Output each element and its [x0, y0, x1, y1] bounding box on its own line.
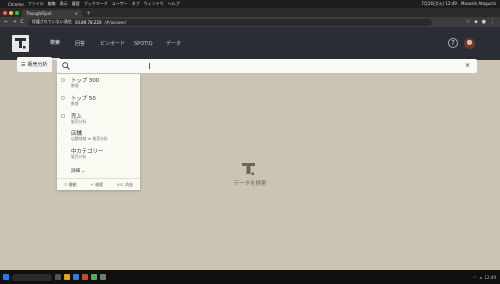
menubar-user[interactable]: Masashi Ataguchi: [461, 1, 496, 7]
search-icon: [62, 62, 70, 70]
close-window-icon[interactable]: [3, 11, 7, 15]
mail-icon[interactable]: [73, 274, 79, 280]
clear-hint-label: 消去: [125, 182, 134, 187]
browser-toolbar: ← → C 保護されていない通信 10.89.78.220 /#/answer/…: [0, 17, 500, 27]
suggestion-subtitle: 販売分析: [71, 119, 87, 124]
nav-spotiq[interactable]: SPOTIQ: [134, 27, 153, 60]
zoom-window-icon[interactable]: [15, 11, 19, 15]
browser-tab[interactable]: ThoughtSpot ×: [22, 10, 82, 17]
suggestion-subtitle: 販売分析: [71, 154, 87, 159]
text-cursor: [149, 63, 150, 69]
thoughtspot-logo-icon[interactable]: [12, 35, 29, 52]
menu-view[interactable]: 表示: [60, 1, 68, 7]
menu-user[interactable]: ユーザー: [112, 1, 128, 7]
tab-close-icon[interactable]: ×: [75, 11, 78, 16]
address-bar[interactable]: 保護されていない通信 10.89.78.220 /#/answer/: [27, 18, 432, 26]
folder-icon[interactable]: [64, 274, 70, 280]
menu-bookmarks[interactable]: ブックマーク: [84, 1, 108, 7]
suggestion-item[interactable]: › 店舗 店舗地域 ≫ 販売分析: [57, 129, 140, 149]
minimize-window-icon[interactable]: [9, 11, 13, 15]
taskbar-search[interactable]: [12, 273, 52, 281]
new-tab-button[interactable]: +: [86, 10, 91, 17]
number-icon: [61, 96, 65, 100]
more-suggestions-link[interactable]: 詳細 ⌄: [71, 168, 85, 174]
suggestion-item[interactable]: トップ 300 数値: [57, 76, 140, 96]
back-icon[interactable]: ←: [4, 19, 8, 25]
task-view-icon[interactable]: [55, 274, 61, 280]
clear-hint: esc 消去: [117, 182, 133, 188]
bookmark-star-icon[interactable]: ☆: [466, 19, 470, 25]
hierarchy-arrow-icon: ›: [61, 147, 63, 152]
empty-state-text: データを検索: [233, 181, 267, 187]
avatar[interactable]: [464, 38, 475, 49]
tab-title: ThoughtSpot: [26, 11, 52, 16]
search-hint-label: 検索: [95, 182, 104, 187]
number-icon: [61, 78, 65, 82]
arrow-keys-icon: ⇕: [63, 182, 68, 187]
menu-file[interactable]: ファイル: [28, 1, 44, 7]
browser-menu-icon[interactable]: ⋮: [490, 19, 495, 25]
menubar-clock[interactable]: 7月26日(火) 12:49: [421, 1, 457, 7]
taskbar-clock[interactable]: 12:49: [484, 275, 496, 280]
nav-search[interactable]: 検索: [50, 27, 61, 60]
nav-spotiq-label: SPOTIQ: [134, 40, 153, 47]
search-input[interactable]: [57, 59, 477, 73]
suggestion-subtitle: 数値: [71, 101, 79, 106]
system-tray: ◠ ◂ 12:49: [473, 275, 500, 280]
menu-window[interactable]: ウィンドウ: [144, 1, 164, 7]
suggestion-subtitle: 数値: [71, 83, 79, 88]
url-host: 10.89.78.220: [74, 19, 102, 25]
not-secure-label[interactable]: 保護されていない通信: [32, 19, 72, 25]
volume-icon[interactable]: ◂: [479, 275, 481, 280]
app-icon[interactable]: [100, 274, 106, 280]
menu-help[interactable]: ヘルプ: [168, 1, 180, 7]
hierarchy-arrow-icon: ›: [61, 129, 63, 134]
extensions-icon[interactable]: ▪: [474, 19, 477, 25]
measure-icon: [61, 114, 65, 118]
search-suggestions-dropdown: トップ 300 数値 トップ 50 数値 売上 販売分析 › 店舗 店舗地域 ≫…: [57, 74, 140, 190]
nav-data-label: データ: [166, 41, 182, 47]
profile-icon[interactable]: ●: [482, 19, 486, 25]
window-controls: [3, 11, 19, 15]
menu-lines-icon: ☰: [21, 61, 26, 68]
empty-state-logo-icon: [242, 161, 255, 175]
chrome-icon[interactable]: [91, 274, 97, 280]
forward-icon[interactable]: →: [12, 19, 16, 25]
mac-menubar: Chrome ファイル 編集 表示 履歴 ブックマーク ユーザー タブ ウィンド…: [0, 0, 500, 8]
move-hint: ⇕ 移動: [64, 182, 77, 188]
taskbar: ◠ ◂ 12:49: [0, 270, 500, 284]
menu-history[interactable]: 履歴: [72, 1, 80, 7]
menu-chrome[interactable]: Chrome: [8, 2, 24, 7]
browser-tab-strip: ThoughtSpot × +: [0, 8, 500, 17]
menu-edit[interactable]: 編集: [48, 1, 56, 7]
nav-pinboards[interactable]: ピンボード: [100, 27, 125, 60]
nav-answers-label: 回答: [75, 41, 86, 47]
suggestion-subtitle: 店舗地域 ≫ 販売分析: [71, 136, 108, 141]
search-hint: ↵ 検索: [90, 182, 103, 188]
esc-key-label: esc: [117, 182, 124, 187]
office-icon[interactable]: [82, 274, 88, 280]
clear-search-icon[interactable]: ×: [465, 62, 470, 69]
nav-answers[interactable]: 回答: [75, 27, 85, 60]
wifi-icon[interactable]: ◠: [473, 275, 477, 280]
data-source-label: 販売分析: [27, 62, 48, 68]
suggestion-item[interactable]: トップ 50 数値: [57, 94, 140, 114]
suggestion-item[interactable]: › 中カテゴリー 販売分析: [57, 147, 140, 167]
data-source-button[interactable]: ☰ 販売分析: [17, 57, 52, 72]
start-icon[interactable]: [3, 274, 9, 280]
nav-pinboards-label: ピンボード: [100, 41, 126, 47]
move-hint-label: 移動: [68, 182, 77, 187]
url-path: /#/answer/: [104, 19, 127, 25]
nav-search-label: 検索: [50, 40, 61, 46]
enter-key-icon: ↵: [90, 182, 94, 187]
dropdown-shortcut-hints: ⇕ 移動 ↵ 検索 esc 消去: [57, 178, 140, 191]
help-button[interactable]: ?: [448, 38, 458, 48]
reload-icon[interactable]: C: [20, 19, 24, 25]
menu-tab[interactable]: タブ: [132, 1, 140, 7]
nav-data[interactable]: データ: [166, 27, 181, 60]
